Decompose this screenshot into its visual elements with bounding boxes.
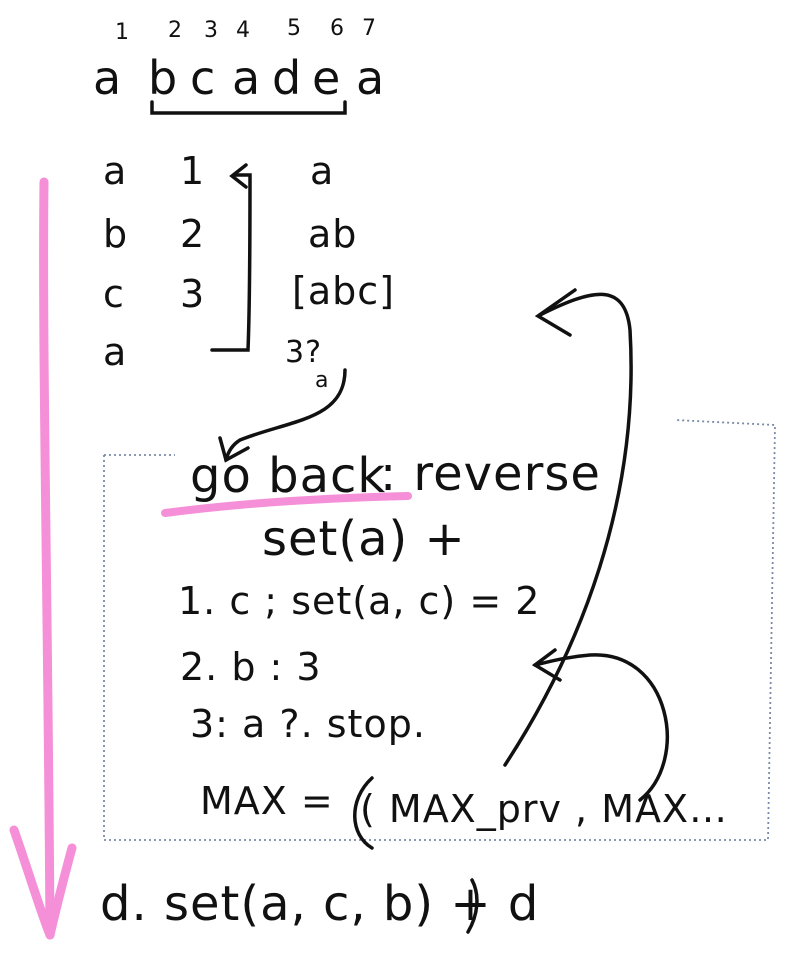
pink-arrow-head [9, 825, 77, 940]
max-rhs: ( MAX_prv , MAX… [360, 787, 729, 831]
row-3-num: 3 [180, 272, 206, 316]
row-1-num: 1 [180, 149, 206, 193]
index-7: 7 [362, 16, 377, 41]
row-2-char: b [103, 212, 129, 256]
heading-go-back: go back [190, 448, 387, 504]
letter-5: d [272, 51, 303, 105]
row-4-char: a [103, 330, 128, 374]
letter-3: c [190, 51, 217, 105]
row-3-set: [abc] [292, 269, 395, 313]
max-to-set-arrow [503, 292, 633, 767]
letter-1: a [93, 51, 123, 105]
index-6: 6 [330, 16, 345, 41]
index-4: 4 [236, 18, 251, 43]
index-3: 3 [204, 18, 219, 43]
letter-4: a [232, 51, 262, 105]
letter-7: a [356, 51, 386, 105]
max-lhs: MAX = [200, 779, 334, 823]
row-2-num: 2 [180, 212, 206, 256]
step-2: 2. b : 3 [180, 645, 322, 689]
heading-reverse: : reverse [380, 446, 601, 502]
row-1-set: a [310, 149, 335, 193]
row-1-char: a [103, 149, 128, 193]
bottom-line: d. set(a, c, b) + d [100, 876, 540, 932]
step-1: 1. c ; set(a, c) = 2 [178, 579, 541, 623]
compare-char: a [315, 368, 330, 393]
index-1: 1 [115, 20, 130, 45]
letter-2: b [148, 51, 179, 105]
index-5: 5 [287, 16, 302, 41]
compare-mark: 3? [285, 335, 323, 370]
max-to-set-arrow-head [534, 288, 577, 337]
step-3: 3: a ?. stop. [190, 702, 426, 746]
set-a-line: set(a) + [262, 511, 466, 567]
row-2-set: ab [308, 212, 358, 256]
pink-down-arrow [39, 177, 55, 940]
index-2: 2 [168, 18, 183, 43]
back-to-first-arrow [210, 173, 252, 352]
row-3-char: c [103, 272, 125, 316]
letter-6: e [312, 51, 342, 105]
